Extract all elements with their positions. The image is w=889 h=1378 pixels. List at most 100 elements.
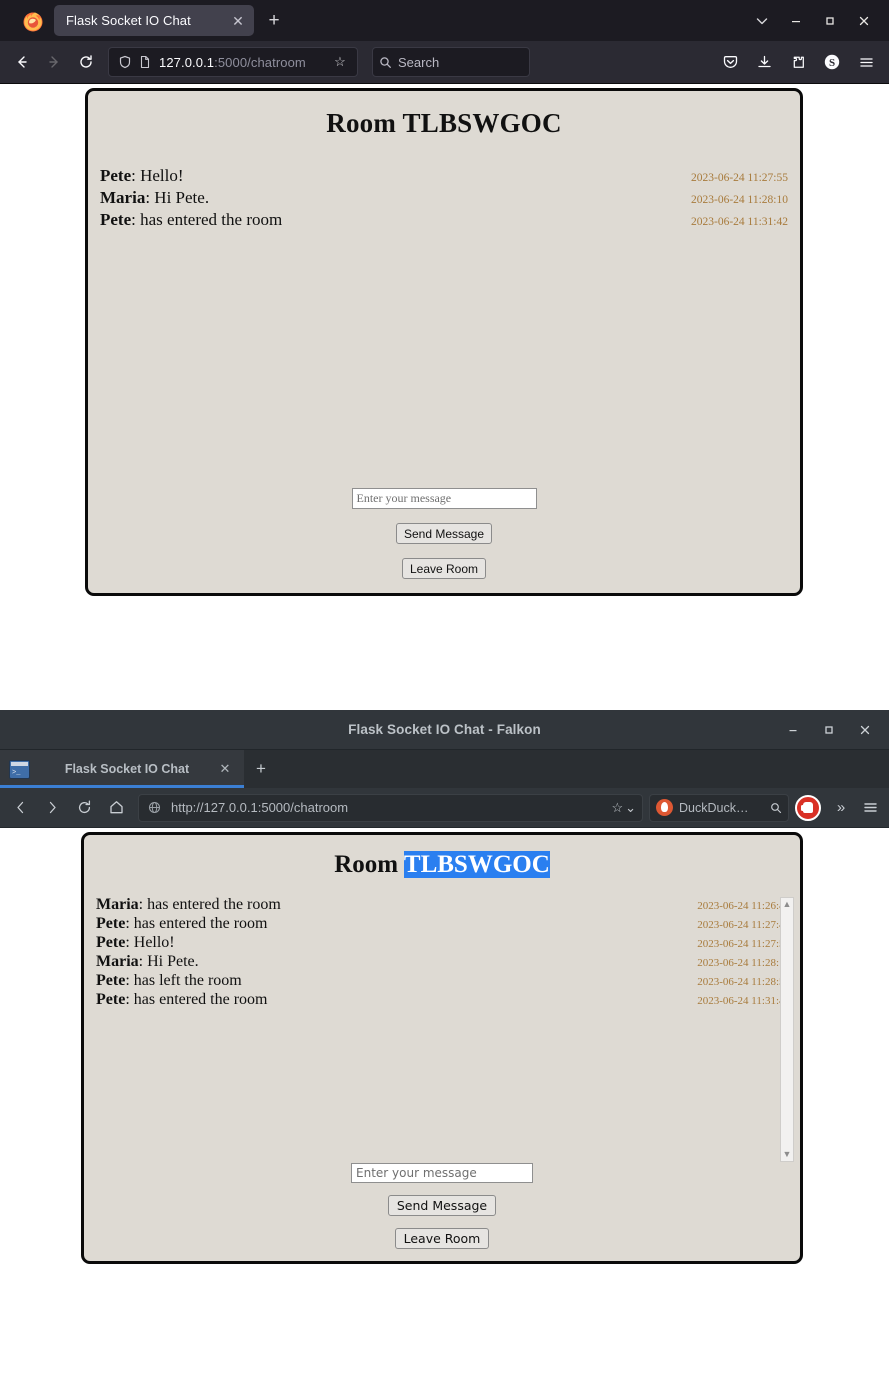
app-menu-icon[interactable] — [849, 46, 883, 78]
search-icon[interactable] — [770, 802, 782, 814]
falkon-tab-active[interactable]: Flask Socket IO Chat ✕ — [0, 750, 244, 788]
adblock-stop-icon[interactable] — [795, 794, 821, 821]
forward-button[interactable] — [36, 792, 68, 824]
firefox-navbar: 127.0.0.1:5000/chatroom ☆ Search S — [0, 41, 889, 84]
window-minimize-button[interactable] — [779, 4, 813, 38]
page-title: Room TLBSWGOC — [84, 851, 800, 879]
extensions-icon[interactable] — [781, 46, 815, 78]
account-icon[interactable]: S — [815, 46, 849, 78]
firefox-tab-active[interactable]: Flask Socket IO Chat ✕ — [54, 5, 254, 36]
desktop-bottom — [0, 1266, 889, 1356]
leave-room-button[interactable]: Leave Room — [394, 1228, 490, 1249]
page-icon[interactable] — [135, 52, 155, 72]
message-text: Maria: Hi Pete. — [100, 188, 209, 208]
forward-button[interactable] — [38, 46, 70, 78]
back-button[interactable] — [4, 792, 36, 824]
message-user: Pete — [96, 972, 126, 989]
reload-button[interactable] — [70, 46, 102, 78]
page-title: Room TLBSWGOC — [88, 108, 800, 139]
chevron-down-icon[interactable]: ⌄ — [625, 800, 636, 816]
message-timestamp: 2023-06-24 11:26:49 — [697, 900, 790, 912]
home-button[interactable] — [100, 792, 132, 824]
message-row: Pete: has entered the room 2023-06-24 11… — [100, 210, 788, 232]
falkon-search-box[interactable]: DuckDuck… — [649, 793, 789, 822]
message-text: Maria: has entered the room — [96, 896, 281, 914]
desktop-gap — [0, 614, 889, 710]
chat-room-card-falkon: Room TLBSWGOC Maria: has entered the roo… — [81, 832, 803, 1264]
message-row: Maria: Hi Pete. 2023-06-24 11:28:10 — [100, 188, 788, 210]
send-message-button[interactable]: Send Message — [387, 1195, 497, 1216]
message-list-falkon: Maria: has entered the room 2023-06-24 1… — [84, 896, 800, 1010]
duckduckgo-icon — [656, 799, 673, 816]
window-close-button[interactable] — [847, 4, 881, 38]
firefox-page-content: Room TLBSWGOC Pete: Hello! 2023-06-24 11… — [0, 84, 889, 614]
app-menu-icon[interactable] — [855, 792, 885, 824]
compose-area-firefox: Enter your message Send Message Leave Ro… — [88, 488, 800, 579]
bookmark-star-icon[interactable]: ☆ ⌄ — [611, 800, 636, 816]
window-close-button[interactable] — [847, 715, 883, 745]
bookmark-star-icon[interactable]: ☆ — [329, 51, 351, 73]
message-input[interactable]: Enter your message — [351, 1163, 533, 1183]
scroll-up-icon[interactable]: ▲ — [783, 900, 792, 909]
window-minimize-button[interactable] — [775, 715, 811, 745]
reload-button[interactable] — [68, 792, 100, 824]
room-name: TLBSWGOC — [402, 108, 562, 138]
new-tab-button[interactable]: + — [244, 750, 278, 788]
message-input[interactable]: Enter your message — [351, 488, 537, 509]
close-icon[interactable]: ✕ — [228, 11, 248, 31]
message-list-scrollbar[interactable]: ▲ ▼ — [780, 897, 794, 1162]
message-user: Pete — [100, 210, 132, 229]
shield-icon[interactable] — [115, 52, 135, 72]
adblock-hand-glyph — [801, 802, 813, 813]
message-timestamp: 2023-06-24 11:27:48 — [697, 919, 790, 931]
room-name-selected: TLBSWGOC — [403, 851, 550, 878]
message-timestamp: 2023-06-24 11:28:10 — [691, 194, 788, 206]
message-timestamp: 2023-06-24 11:31:42 — [697, 995, 790, 1007]
new-tab-button[interactable]: + — [260, 7, 288, 35]
url-text: http://127.0.0.1:5000/chatroom — [171, 800, 349, 815]
message-body: : has entered the room — [138, 896, 281, 913]
message-user: Pete — [100, 166, 132, 185]
falkon-tabbar: Flask Socket IO Chat ✕ + — [0, 750, 889, 788]
message-timestamp: 2023-06-24 11:28:59 — [697, 976, 790, 988]
svg-text:S: S — [829, 57, 835, 69]
close-icon[interactable]: ✕ — [214, 758, 236, 780]
window-maximize-button[interactable] — [813, 4, 847, 38]
chevron-down-icon[interactable] — [745, 6, 779, 36]
pocket-icon[interactable] — [713, 46, 747, 78]
back-button[interactable] — [6, 46, 38, 78]
message-input-placeholder: Enter your message — [356, 491, 452, 505]
falkon-titlebar: Flask Socket IO Chat - Falkon — [0, 710, 889, 750]
message-text: Pete: has entered the room — [96, 915, 267, 933]
message-text: Pete: has entered the room — [100, 210, 282, 230]
more-tools-icon[interactable]: » — [827, 792, 855, 824]
search-engine-label: DuckDuck… — [679, 800, 749, 815]
search-placeholder: Search — [398, 54, 440, 70]
message-body: : Hi Pete. — [138, 953, 199, 970]
message-user: Pete — [96, 934, 126, 951]
downloads-icon[interactable] — [747, 46, 781, 78]
message-text: Pete: Hello! — [96, 934, 175, 952]
message-text: Pete: has entered the room — [96, 991, 267, 1009]
url-host: 127.0.0.1 — [159, 54, 215, 70]
send-message-button[interactable]: Send Message — [395, 523, 493, 544]
falkon-url-bar[interactable]: http://127.0.0.1:5000/chatroom ☆ ⌄ — [138, 793, 643, 822]
firefox-tabbar: Flask Socket IO Chat ✕ + — [0, 0, 889, 41]
message-user: Pete — [96, 991, 126, 1008]
falkon-navbar: http://127.0.0.1:5000/chatroom ☆ ⌄ DuckDu… — [0, 788, 889, 828]
message-user: Pete — [96, 915, 126, 932]
leave-room-button[interactable]: Leave Room — [401, 558, 487, 579]
message-row: Pete: has left the room 2023-06-24 11:28… — [96, 972, 790, 991]
scroll-down-icon[interactable]: ▼ — [783, 1150, 792, 1159]
message-timestamp: 2023-06-24 11:31:42 — [691, 216, 788, 228]
message-row: Pete: Hello! 2023-06-24 11:27:55 — [100, 166, 788, 188]
url-path: :5000/chatroom — [214, 54, 306, 70]
message-body: : has entered the room — [131, 210, 283, 229]
firefox-search-box[interactable]: Search — [372, 47, 530, 77]
firefox-url-bar[interactable]: 127.0.0.1:5000/chatroom ☆ — [108, 47, 358, 77]
firefox-toolbar-icons: S — [713, 46, 883, 78]
message-body: : has left the room — [125, 972, 242, 989]
window-maximize-button[interactable] — [811, 715, 847, 745]
message-timestamp: 2023-06-24 11:27:55 — [697, 938, 790, 950]
message-user: Maria — [96, 896, 139, 913]
